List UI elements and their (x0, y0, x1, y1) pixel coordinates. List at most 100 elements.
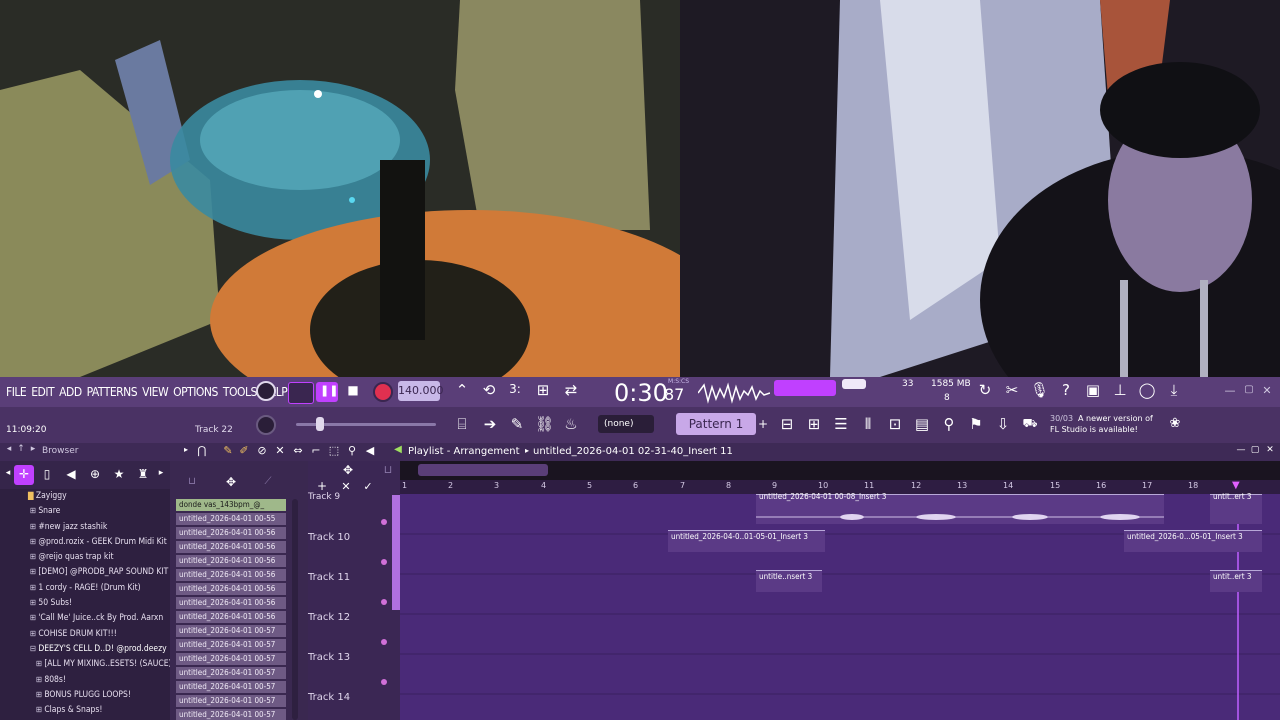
audio-clip[interactable]: untit..ert 3 (1210, 570, 1262, 592)
browser-files-icon[interactable]: ▯ (40, 468, 54, 480)
channel-item[interactable]: untitled_2026-04-01 00-56 (176, 555, 286, 567)
browser-item[interactable]: ⊞ 'Call Me' Juice..ck By Prod. Aarxn (0, 613, 170, 628)
channel-item[interactable]: untitled_2026-04-01 00-57 (176, 681, 286, 693)
track-name[interactable]: Track 14 (308, 692, 350, 703)
channel-item[interactable]: untitled_2026-04-01 00-56 (176, 611, 286, 623)
menu-tools[interactable]: TOOLS (223, 385, 257, 399)
pattern-select[interactable]: Pattern 1 (676, 413, 756, 435)
master-pitch-handle[interactable] (316, 417, 324, 431)
track-name[interactable]: Track 13 (308, 652, 350, 663)
link-chain-icon[interactable]: ⟋ (262, 477, 274, 487)
audio-clip[interactable]: untit..ert 3 (1210, 492, 1262, 524)
track-name[interactable]: Track 10 (308, 532, 350, 543)
help-icon[interactable]: ? (1057, 383, 1075, 398)
mic-icon[interactable]: 🎙 (1030, 383, 1049, 398)
browser-next-icon[interactable]: ▸ (157, 469, 165, 478)
audio-clip[interactable]: untitled_2026-0...05-01_Insert 3 (1124, 530, 1262, 552)
browser-item[interactable]: ⊞ @reijo quas trap kit (0, 552, 170, 567)
undo-icon[interactable]: ↻ (976, 383, 994, 398)
browser-item[interactable]: ⊞ #new jazz stashik (0, 522, 170, 537)
check-icon[interactable]: ✓ (362, 481, 374, 492)
channel-item[interactable]: untitled_2026-04-01 00-57 (176, 639, 286, 651)
cart-icon[interactable]: ⛟ (1021, 417, 1039, 429)
add-pattern-icon[interactable]: + (757, 418, 769, 430)
minimize-icon[interactable]: — (1224, 385, 1236, 396)
menu-options[interactable]: OPTIONS (173, 385, 218, 399)
browser-item[interactable]: ⊞ 808s! (0, 675, 170, 690)
channel-item[interactable]: untitled_2026-04-01 00-56 (176, 597, 286, 609)
record-button[interactable] (373, 382, 393, 402)
nav-right-icon[interactable]: ▸ (28, 445, 38, 454)
nav-left-icon[interactable]: ◂ (4, 445, 14, 454)
channel-item[interactable]: untitled_2026-04-01 00-57 (176, 695, 286, 707)
audio-clip[interactable]: untitled_2026-04-0..01-05-01_Insert 3 (668, 530, 825, 552)
menu-file[interactable]: FILE (6, 385, 27, 399)
piano-roll-view-icon[interactable]: ☰ (832, 417, 850, 432)
browser-item[interactable]: ⊞ @prod.rozix - GEEK Drum Midi Kit (0, 537, 170, 552)
browser-item[interactable]: ⊞ [ALL MY MIXING..ESETS! (SAUCE) (0, 659, 170, 674)
panel-minimize-icon[interactable]: — (1236, 446, 1246, 455)
mixer-view-icon[interactable]: ⫴ (859, 417, 877, 432)
step-edit-icon[interactable]: ⊞ (534, 383, 552, 398)
track-name[interactable]: Track 9 (308, 492, 340, 502)
browser-item[interactable]: ⊞ 50 Subs! (0, 598, 170, 613)
track-mute-led[interactable] (381, 599, 387, 605)
plugin-database-icon[interactable]: ⚲ (940, 417, 958, 432)
stamp-icon[interactable]: ♨ (562, 417, 580, 432)
channel-item[interactable]: untitled_2026-04-01 00-57 (176, 667, 286, 679)
track-mute-led[interactable] (381, 519, 387, 525)
save-icon[interactable]: ▣ (1084, 383, 1102, 398)
download-icon[interactable]: ⤓ (1165, 383, 1183, 398)
audio-clip[interactable]: untitle..nsert 3 (756, 570, 822, 592)
speaker-icon[interactable]: ◀ (364, 445, 376, 456)
close-icon[interactable]: ✕ (1261, 385, 1273, 396)
channel-rack-icon[interactable]: ⊡ (886, 417, 904, 432)
channel-item[interactable]: untitled_2026-04-01 00-57 (176, 709, 286, 720)
mute-all-icon[interactable]: ⊔ (380, 464, 396, 475)
nav-up-icon[interactable]: ↑ (16, 445, 26, 454)
browser-packs-icon[interactable]: ♜ (136, 468, 150, 480)
pick-icon[interactable]: ⚑ (967, 417, 985, 432)
song-pattern-toggle[interactable] (288, 382, 314, 404)
track-mute-led[interactable] (381, 639, 387, 645)
mixer-icon[interactable]: ⊥ (1111, 383, 1129, 398)
arrow-right-icon[interactable]: ➔ (481, 417, 499, 432)
channel-item[interactable]: untitled_2026-04-01 00-55 (176, 513, 286, 525)
channel-scrollbar[interactable] (292, 499, 298, 720)
chat-icon[interactable]: ◯ (1138, 383, 1156, 398)
piano-roll-icon[interactable]: ⌸ (453, 417, 471, 432)
metronome-icon[interactable]: ⌃ (454, 383, 470, 398)
draw-tool-icon[interactable]: ✎ (222, 445, 234, 456)
cut-icon[interactable]: ✂ (1003, 383, 1021, 398)
browser-item[interactable]: ⊞ COHISE DRUM KIT!!! (0, 629, 170, 644)
remove-track-icon[interactable]: ✕ (340, 481, 352, 492)
playlist-horizontal-scroll[interactable] (418, 464, 548, 476)
split-icon[interactable]: ✥ (224, 476, 238, 488)
menu-view[interactable]: VIEW (142, 385, 169, 399)
countdown-icon[interactable]: 3: (506, 383, 524, 395)
track-mute-led[interactable] (381, 559, 387, 565)
slip-tool-icon[interactable]: ⇔ (292, 445, 304, 456)
playlist-arrow-icon[interactable]: ◀ (392, 445, 404, 455)
project-browser-icon[interactable]: ▤ (913, 417, 931, 432)
browser-item[interactable]: ⊞ [DEMO] @PRODB_RAP SOUND KIT (0, 567, 170, 582)
channel-item[interactable]: untitled_2026-04-01 00-56 (176, 569, 286, 581)
mute-tool-icon[interactable]: ✕ (274, 445, 286, 456)
loop-record-icon[interactable]: ⇄ (562, 383, 580, 398)
picker-icon[interactable]: ⊔ (186, 477, 198, 487)
browser-item[interactable]: ⊞ Claps & Snaps! (0, 705, 170, 720)
menu-edit[interactable]: EDIT (31, 385, 54, 399)
step-sequencer-icon[interactable]: ⊞ (805, 417, 823, 432)
channel-item[interactable]: donde vas_143bpm_@_ (176, 499, 286, 511)
browser-web-icon[interactable]: ⊕ (88, 468, 102, 480)
browser-item[interactable]: ⊞ Snare (0, 506, 170, 521)
audio-clip[interactable]: untitled_2026-04-01 00-08_Insert 3 (756, 492, 1164, 524)
slice-tool-icon[interactable]: ⌐ (310, 445, 322, 456)
stop-icon[interactable]: ■ (345, 384, 361, 396)
delete-tool-icon[interactable]: ⊘ (256, 445, 268, 456)
browser-item[interactable]: ⊞ BONUS PLUGG LOOPS! (0, 690, 170, 705)
zoom-track-icon[interactable]: ✥ (340, 464, 356, 476)
browser-favorites-icon[interactable]: ★ (112, 468, 126, 480)
link-icon[interactable]: ⛓ (535, 417, 554, 432)
notice-line-2[interactable]: FL Studio is available! (1050, 425, 1138, 434)
